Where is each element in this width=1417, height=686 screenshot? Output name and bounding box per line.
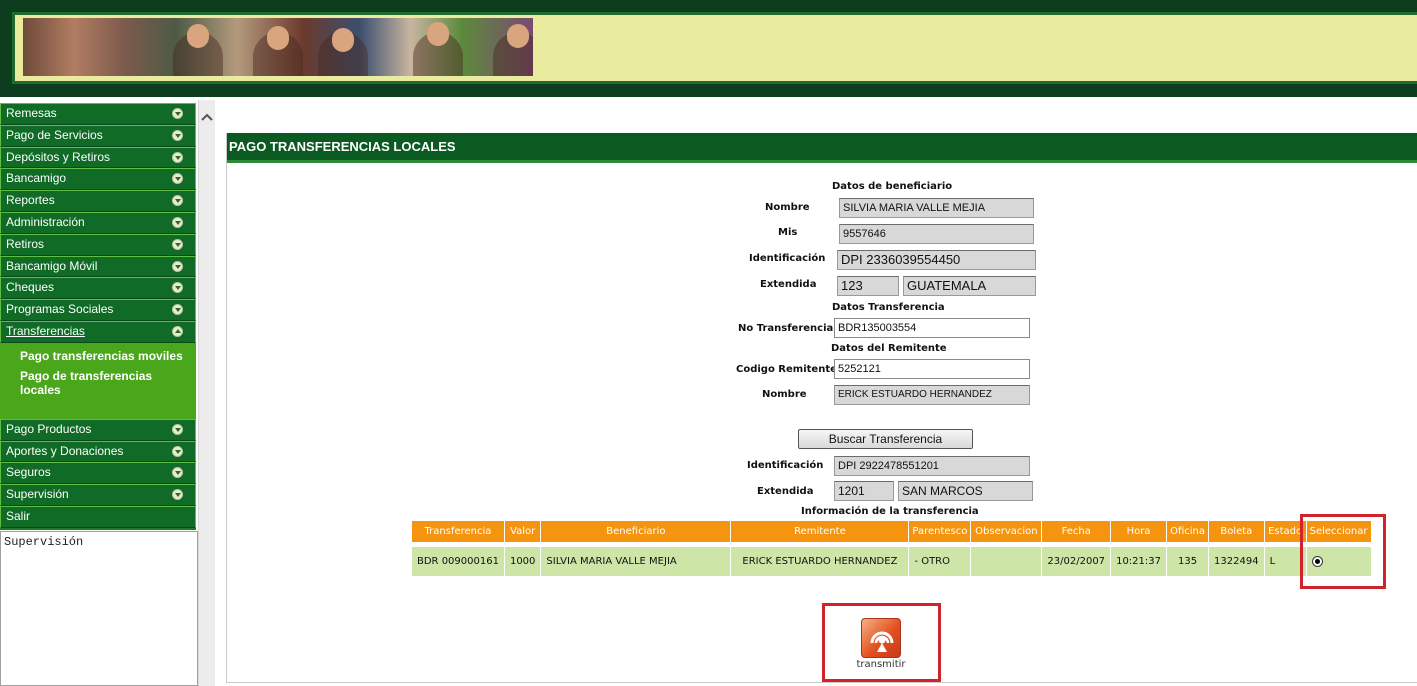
transmitir-button[interactable]: transmitir: [829, 614, 933, 678]
menu-item-pago-servicios[interactable]: Pago de Servicios: [0, 124, 196, 147]
cell-fecha: 23/02/2007: [1041, 546, 1112, 577]
label-no-transferencia: No Transferencia: [738, 323, 834, 334]
field-remitente-nombre[interactable]: ERICK ESTUARDO HERNANDEZ: [834, 385, 1030, 405]
chevron-down-icon: [172, 129, 183, 141]
menu-item-aportes-donaciones[interactable]: Aportes y Donaciones: [0, 440, 196, 463]
highlight-box-seleccionar: [1300, 514, 1386, 589]
col-oficina: Oficina: [1166, 520, 1210, 543]
chevron-down-icon: [172, 108, 183, 119]
cell-boleta: 1322494: [1208, 546, 1265, 577]
col-boleta: Boleta: [1208, 520, 1265, 543]
menu-item-supervision[interactable]: Supervisión: [0, 484, 196, 506]
col-hora: Hora: [1110, 520, 1168, 543]
table-row: BDR 009000161 1000 SILVIA MARIA VALLE ME…: [411, 546, 1372, 577]
header-banner-area: [12, 12, 1417, 84]
main-panel: PAGO TRANSFERENCIAS LOCALES: [226, 133, 1417, 683]
label-mis: Mis: [778, 227, 798, 238]
chevron-down-icon: [172, 423, 183, 435]
transfer-table: Transferencia Valor Beneficiario Remiten…: [411, 520, 1372, 577]
title-stripe: [227, 160, 1417, 163]
label-extendida-remitente: Extendida: [757, 486, 814, 497]
menu-item-depositos-retiros[interactable]: Depósitos y Retiros: [0, 146, 196, 169]
chevron-down-icon: [172, 467, 183, 479]
col-fecha: Fecha: [1041, 520, 1112, 543]
label-identificacion: Identificación: [749, 253, 826, 264]
menu-item-programas-sociales[interactable]: Programas Sociales: [0, 299, 196, 321]
menu-item-seguros[interactable]: Seguros: [0, 462, 196, 485]
menu-item-cheques[interactable]: Cheques: [0, 277, 196, 300]
submenu-pago-transferencias-locales[interactable]: Pago de transferencias locales: [20, 369, 196, 397]
banner-photo: [23, 18, 533, 76]
cell-observacion: [970, 546, 1043, 577]
menu-item-bancamigo[interactable]: Bancamigo: [0, 168, 196, 191]
field-remitente-extendida-codigo[interactable]: 1201: [834, 481, 894, 501]
section-datos-beneficiario: Datos de beneficiario: [832, 181, 953, 192]
col-transferencia: Transferencia: [411, 520, 505, 543]
field-extendida-codigo[interactable]: 123: [837, 276, 899, 296]
menu-item-retiros[interactable]: Retiros: [0, 233, 196, 256]
app-header: [0, 0, 1417, 97]
cell-valor: 1000: [503, 546, 542, 577]
chevron-down-icon: [172, 445, 183, 457]
col-valor: Valor: [503, 520, 542, 543]
submenu-pago-transferencias-moviles[interactable]: Pago transferencias moviles: [20, 349, 196, 363]
label-codigo-remitente: Codigo Remitente: [736, 364, 837, 375]
menu-item-remesas[interactable]: Remesas: [0, 103, 196, 125]
cell-beneficiario: SILVIA MARIA VALLE MEJIA: [540, 546, 732, 577]
col-beneficiario: Beneficiario: [540, 520, 732, 543]
field-remitente-extendida-lugar[interactable]: SAN MARCOS: [898, 481, 1033, 501]
chevron-down-icon: [172, 151, 183, 163]
field-no-transferencia[interactable]: BDR135003554: [834, 318, 1030, 338]
table-header-row: Transferencia Valor Beneficiario Remiten…: [411, 520, 1372, 543]
menu-item-pago-productos[interactable]: Pago Productos: [0, 418, 196, 441]
field-extendida-lugar[interactable]: GUATEMALA: [903, 276, 1036, 296]
chevron-down-icon: [172, 489, 183, 501]
menu-item-salir[interactable]: Salir: [0, 505, 196, 528]
transmit-icon: [861, 618, 901, 658]
supervision-text-area[interactable]: Supervisión: [0, 531, 198, 686]
field-mis[interactable]: 9557646: [839, 224, 1034, 244]
menu-item-reportes[interactable]: Reportes: [0, 190, 196, 212]
label-identificacion-remitente: Identificación: [747, 460, 824, 471]
side-menu: Remesas Pago de Servicios Depósitos y Re…: [0, 103, 196, 530]
scroll-up-arrow-icon[interactable]: [199, 110, 215, 126]
col-remitente: Remitente: [730, 520, 910, 543]
section-informacion-transferencia: Información de la transferencia: [801, 506, 979, 517]
chevron-down-icon: [172, 260, 183, 272]
field-beneficiario-nombre[interactable]: SILVIA MARIA VALLE MEJIA: [839, 198, 1034, 218]
chevron-down-icon: [172, 173, 183, 185]
chevron-down-icon: [172, 238, 183, 250]
cell-remitente: ERICK ESTUARDO HERNANDEZ: [730, 546, 910, 577]
menu-item-transferencias[interactable]: Transferencias: [0, 320, 196, 343]
cell-transferencia: BDR 009000161: [411, 546, 505, 577]
buscar-transferencia-button[interactable]: Buscar Transferencia: [798, 429, 973, 449]
col-parentesco: Parentesco: [908, 520, 972, 543]
scrollbar[interactable]: [198, 100, 215, 686]
transferencias-submenu: Pago transferencias moviles Pago de tran…: [0, 342, 196, 419]
cell-oficina: 135: [1166, 546, 1210, 577]
chevron-down-icon: [172, 216, 183, 228]
field-codigo-remitente[interactable]: 5252121: [834, 359, 1030, 379]
cell-hora: 10:21:37: [1110, 546, 1168, 577]
transmitir-label: transmitir: [856, 659, 906, 670]
section-datos-transferencia: Datos Transferencia: [832, 302, 945, 313]
section-datos-remitente: Datos del Remitente: [831, 343, 947, 354]
label-extendida: Extendida: [760, 279, 817, 290]
field-remitente-identificacion[interactable]: DPI 2922478551201: [834, 456, 1030, 476]
chevron-down-icon: [172, 282, 183, 294]
menu-item-bancamigo-movil[interactable]: Bancamigo Móvil: [0, 255, 196, 278]
chevron-down-icon: [172, 195, 183, 207]
label-nombre: Nombre: [765, 202, 810, 213]
transmit-glyph-icon: [870, 631, 894, 652]
label-nombre-remitente: Nombre: [762, 389, 807, 400]
chevron-down-icon: [172, 304, 183, 316]
menu-item-administracion[interactable]: Administración: [0, 211, 196, 234]
col-observacion: Observacion: [970, 520, 1043, 543]
chevron-up-icon: [172, 325, 183, 337]
page-title: PAGO TRANSFERENCIAS LOCALES: [227, 133, 1417, 160]
cell-parentesco: - OTRO: [908, 546, 972, 577]
field-identificacion[interactable]: DPI 2336039554450: [837, 250, 1036, 270]
